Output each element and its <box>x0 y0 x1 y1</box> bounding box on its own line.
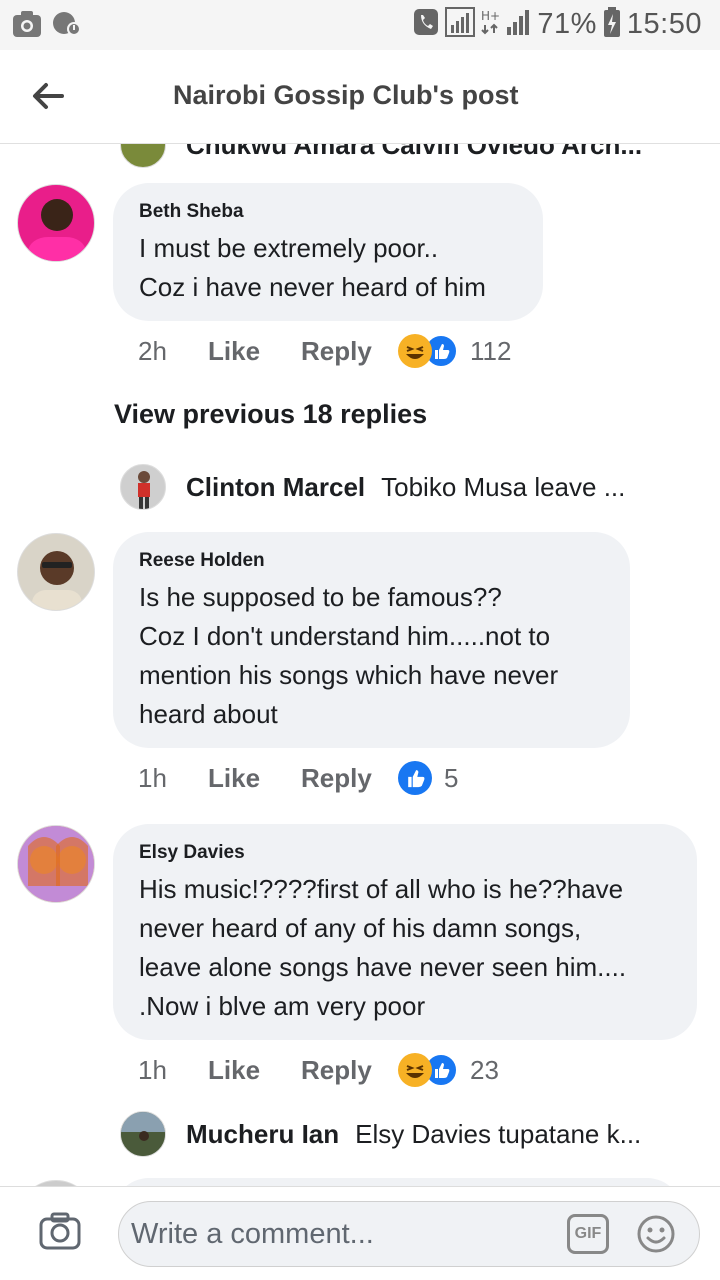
comment-line: His music!????first of all who is he??ha… <box>139 874 624 904</box>
like-button[interactable]: Like <box>208 1055 301 1086</box>
comment-text: His music!????first of all who is he??ha… <box>139 870 671 1026</box>
reply-row[interactable]: Clinton Marcel Tobiko Musa leave ... <box>120 464 625 510</box>
avatar[interactable] <box>120 1111 166 1157</box>
comment-actions: 1h Like Reply 23 <box>138 1053 499 1087</box>
comment-author[interactable]: Beth Sheba <box>139 201 517 223</box>
comment-text: Is he supposed to be famous?? Coz I don'… <box>139 578 604 734</box>
comment-line: I must be extremely poor.. <box>139 233 439 263</box>
screenshot-notification-icon <box>12 10 42 43</box>
partial-reply-text: Chukwu Amara Calvin Oviedo Arch... <box>186 144 643 160</box>
comment-composer: GIF <box>0 1186 720 1280</box>
comment-bubble[interactable]: Beth Sheba I must be extremely poor.. Co… <box>113 183 543 321</box>
like-button[interactable]: Like <box>208 763 301 794</box>
reply-button[interactable]: Reply <box>301 336 398 367</box>
comment-line: never heard of any of his damn songs, <box>139 913 582 943</box>
reaction-summary[interactable]: 23 <box>398 1053 499 1087</box>
comment-bubble[interactable]: Reese Holden Is he supposed to be famous… <box>113 532 630 748</box>
reply-row[interactable]: Mucheru Ian Elsy Davies tupatane k... <box>120 1111 641 1157</box>
arrow-left-icon <box>33 83 64 109</box>
camera-icon <box>39 1212 81 1250</box>
reply-text: Elsy Davies tupatane k... <box>355 1118 642 1149</box>
comment-input[interactable] <box>131 1208 561 1260</box>
reaction-count: 112 <box>470 335 512 366</box>
status-bar: H+ 71% 15:50 <box>0 0 720 50</box>
comment-bubble[interactable] <box>113 1178 683 1186</box>
haha-reaction-icon <box>398 1053 432 1087</box>
like-reaction-icon <box>398 761 432 795</box>
avatar[interactable] <box>17 825 95 903</box>
haha-reaction-icon <box>398 334 432 368</box>
comment-actions: 1h Like Reply 5 <box>138 761 458 795</box>
comment-time: 1h <box>138 1054 167 1085</box>
gif-button[interactable]: GIF <box>567 1214 609 1254</box>
view-previous-replies-link[interactable]: View previous 18 replies <box>114 399 427 430</box>
avatar[interactable] <box>17 184 95 262</box>
comment-bubble[interactable]: Elsy Davies His music!????first of all w… <box>113 824 697 1040</box>
reply-text: Tobiko Musa leave ... <box>381 471 626 502</box>
reply-author[interactable]: Mucheru Ian <box>186 1119 339 1150</box>
comment-feed[interactable]: Chukwu Amara Calvin Oviedo Arch... Beth … <box>0 144 720 1186</box>
battery-charging-icon <box>603 6 621 43</box>
like-button[interactable]: Like <box>208 336 301 367</box>
comment-line: Is he supposed to be famous?? <box>139 582 502 612</box>
reaction-summary[interactable]: 112 <box>398 334 511 368</box>
signal-sim2-icon <box>505 7 531 42</box>
clock: 15:50 <box>626 8 702 40</box>
comment-line: Coz i have never heard of him <box>139 272 486 302</box>
reply-author[interactable]: Clinton Marcel <box>186 472 365 503</box>
avatar[interactable] <box>17 533 95 611</box>
signal-sim1-icon <box>445 7 476 42</box>
hplus-icon: H+ <box>481 7 500 42</box>
app-header: Nairobi Gossip Club's post <box>0 50 720 144</box>
avatar[interactable] <box>120 464 166 510</box>
page-title: Nairobi Gossip Club's post <box>173 80 519 110</box>
camera-button[interactable] <box>38 1211 82 1256</box>
partial-reply-row[interactable]: Chukwu Amara Calvin Oviedo Arch... <box>120 144 642 168</box>
comment-box: GIF <box>118 1201 700 1267</box>
avatar[interactable] <box>120 144 166 168</box>
comment-actions: 2h Like Reply 112 <box>138 334 511 368</box>
data-saver-icon <box>52 10 82 43</box>
battery-percent: 71% <box>537 8 597 40</box>
comment-time: 2h <box>138 335 167 366</box>
comment-line: .Now i blve am very poor <box>139 991 426 1021</box>
call-icon <box>413 7 439 42</box>
comment-author[interactable]: Reese Holden <box>139 550 604 572</box>
reaction-count: 5 <box>444 762 459 793</box>
comment-line: leave alone songs have never seen him...… <box>139 952 627 982</box>
comment-line: Coz I don't understand him.....not to <box>139 621 551 651</box>
reply-button[interactable]: Reply <box>301 1055 398 1086</box>
reaction-count: 23 <box>470 1054 499 1085</box>
svg-text:H+: H+ <box>481 9 499 23</box>
back-button[interactable] <box>28 76 68 116</box>
comment-line: heard about <box>139 699 278 729</box>
comment-text: I must be extremely poor.. Coz i have ne… <box>139 229 517 307</box>
reaction-summary[interactable]: 5 <box>398 761 458 795</box>
comment-author[interactable]: Elsy Davies <box>139 842 671 864</box>
emoji-icon <box>637 1215 675 1253</box>
reply-button[interactable]: Reply <box>301 763 398 794</box>
emoji-button[interactable] <box>636 1214 676 1259</box>
comment-line: mention his songs which have never <box>139 660 559 690</box>
comment-time: 1h <box>138 762 167 793</box>
